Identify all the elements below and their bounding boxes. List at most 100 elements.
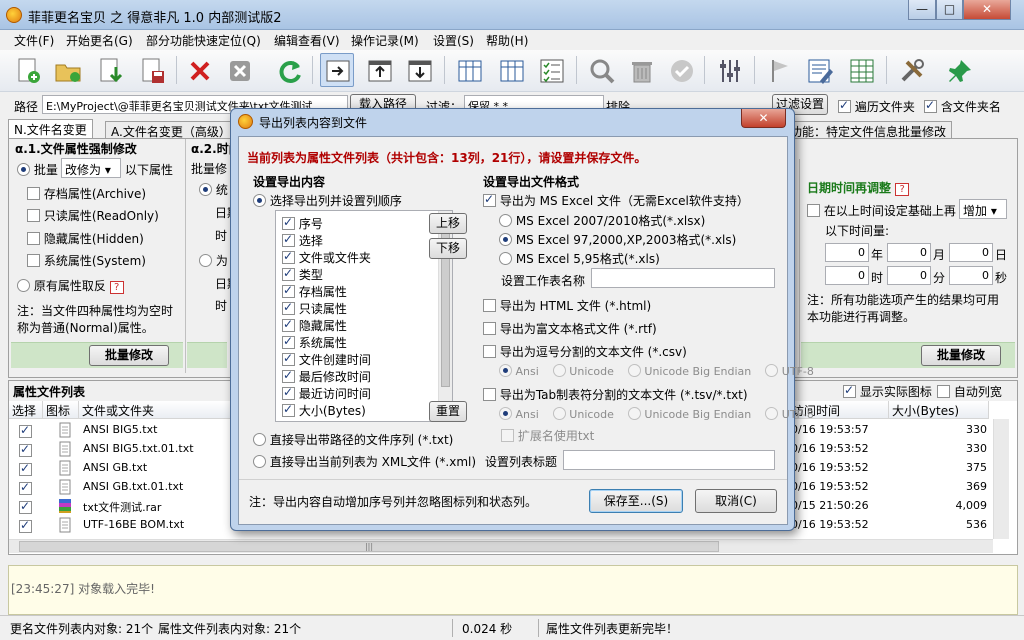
invert-radio-dot[interactable] bbox=[17, 279, 30, 292]
flag-icon[interactable] bbox=[762, 53, 796, 87]
export-tsv-checkbox[interactable]: 导出为Tab制表符分割的文本文件 (*.tsv/*.txt) bbox=[483, 386, 748, 403]
export-column-item[interactable]: 类型 bbox=[282, 266, 323, 283]
batch-radio-dot[interactable] bbox=[17, 163, 30, 176]
export-column-checkbox[interactable] bbox=[282, 402, 295, 417]
export-column-checkbox[interactable] bbox=[282, 351, 295, 366]
new-file-icon[interactable] bbox=[10, 53, 44, 87]
export-column-checkbox[interactable] bbox=[282, 368, 295, 383]
list-title-input[interactable] bbox=[563, 450, 775, 470]
tools-icon[interactable] bbox=[894, 53, 928, 87]
export-column-checkbox[interactable] bbox=[282, 232, 295, 247]
tsv-unicode-be-dot[interactable] bbox=[627, 407, 641, 420]
csv-ansi-dot[interactable] bbox=[499, 364, 512, 377]
remove-icon[interactable] bbox=[222, 53, 256, 87]
import-icon[interactable] bbox=[92, 53, 126, 87]
tab-filename-change[interactable]: N.文件名变更 bbox=[8, 119, 93, 139]
export-html-box[interactable] bbox=[483, 299, 496, 312]
export-column-checkbox[interactable] bbox=[282, 283, 295, 298]
include-folder-name-checkbox[interactable]: 含文件夹名 bbox=[924, 98, 1001, 115]
time-for-radio[interactable]: 为 bbox=[199, 252, 228, 269]
second-input[interactable]: 0 bbox=[949, 266, 993, 285]
export-column-checkbox[interactable] bbox=[282, 266, 295, 281]
col-icon[interactable]: 图标 bbox=[43, 401, 79, 419]
archive-box[interactable] bbox=[27, 187, 40, 200]
export-column-item[interactable]: 序号 bbox=[282, 215, 323, 232]
export-column-item[interactable]: 最近访问时间 bbox=[282, 385, 371, 402]
checklist-icon[interactable] bbox=[534, 53, 568, 87]
search-icon[interactable] bbox=[584, 53, 618, 87]
trash-icon[interactable] bbox=[624, 53, 658, 87]
export-csv-checkbox[interactable]: 导出为逗号分割的文本文件 (*.csv) bbox=[483, 343, 687, 360]
auto-width-box[interactable] bbox=[937, 385, 950, 398]
edit-list-icon[interactable] bbox=[802, 53, 836, 87]
minute-input[interactable]: 0 bbox=[887, 266, 931, 285]
hour-input[interactable]: 0 bbox=[825, 266, 869, 285]
export-column-item[interactable]: 最后修改时间 bbox=[282, 368, 371, 385]
menu-help[interactable]: 帮助(H) bbox=[486, 32, 528, 49]
export-excel-checkbox[interactable]: 导出为 MS Excel 文件（无需Excel软件支持） bbox=[483, 192, 749, 209]
day-input[interactable]: 0 bbox=[949, 243, 993, 262]
excel-5-dot[interactable] bbox=[499, 252, 512, 265]
confirm-icon[interactable] bbox=[664, 53, 698, 87]
archive-checkbox[interactable]: 存档属性(Archive) bbox=[27, 185, 146, 202]
year-input[interactable]: 0 bbox=[825, 243, 869, 262]
export-xml-dot[interactable] bbox=[253, 455, 266, 468]
tsv-ansi-dot[interactable] bbox=[499, 407, 512, 420]
move-up-button[interactable]: 上移 bbox=[429, 213, 467, 234]
base-time-box[interactable] bbox=[807, 204, 820, 217]
base-time-checkbox[interactable]: 在以上时间设定基础上再 bbox=[807, 202, 956, 219]
reset-button[interactable]: 重置 bbox=[429, 401, 467, 422]
ext-txt-box[interactable] bbox=[501, 429, 514, 442]
export-column-item[interactable]: 选择 bbox=[282, 232, 323, 249]
excel-97-radio[interactable]: MS Excel 97,2000,XP,2003格式(*.xls) bbox=[499, 231, 736, 248]
export-column-item[interactable]: 大小(Bytes) bbox=[282, 402, 366, 419]
add-select[interactable]: 增加 ▾ bbox=[959, 199, 1007, 219]
hidden-box[interactable] bbox=[27, 232, 40, 245]
minimize-button[interactable]: — bbox=[908, 0, 936, 20]
excel-5-radio[interactable]: MS Excel 5,95格式(*.xls) bbox=[499, 250, 660, 267]
align-right-icon[interactable] bbox=[320, 53, 354, 87]
time-unify-radio[interactable]: 统 bbox=[199, 181, 228, 198]
export-path-seq-dot[interactable] bbox=[253, 433, 266, 446]
sliders-icon[interactable] bbox=[712, 53, 746, 87]
help-icon[interactable]: ? bbox=[895, 183, 910, 196]
column-left-icon[interactable] bbox=[452, 53, 486, 87]
readonly-checkbox[interactable]: 只读属性(ReadOnly) bbox=[27, 207, 159, 224]
col-size[interactable]: 大小(Bytes) bbox=[889, 401, 989, 419]
move-down-button[interactable]: 下移 bbox=[429, 238, 467, 259]
menu-quick-locate[interactable]: 部分功能快速定位(Q) bbox=[146, 32, 261, 49]
readonly-box[interactable] bbox=[27, 209, 40, 222]
export-rtf-checkbox[interactable]: 导出为富文本格式文件 (*.rtf) bbox=[483, 320, 657, 337]
export-column-checkbox[interactable] bbox=[282, 385, 295, 400]
column-view-icon[interactable] bbox=[494, 53, 528, 87]
pin-icon[interactable] bbox=[942, 53, 976, 87]
dialog-close-button[interactable]: ✕ bbox=[741, 109, 786, 128]
menu-settings[interactable]: 设置(S) bbox=[433, 32, 474, 49]
sheet-name-input[interactable] bbox=[591, 268, 775, 288]
select-columns-radio[interactable]: 选择导出列并设置列顺序 bbox=[253, 192, 402, 209]
export-excel-box[interactable] bbox=[483, 192, 496, 207]
modify-select[interactable]: 改修为 ▾ bbox=[61, 158, 121, 178]
maximize-button[interactable]: □ bbox=[936, 0, 963, 20]
time-unify-dot[interactable] bbox=[199, 183, 212, 196]
time-for-dot[interactable] bbox=[199, 254, 212, 267]
export-path-seq-radio[interactable]: 直接导出带路径的文件序列 (*.txt) bbox=[253, 431, 453, 448]
export-html-checkbox[interactable]: 导出为 HTML 文件 (*.html) bbox=[483, 297, 651, 314]
batch-radio[interactable]: 批量 bbox=[17, 161, 58, 178]
export-column-item[interactable]: 隐藏属性 bbox=[282, 317, 347, 334]
tsv-utf8-dot[interactable] bbox=[765, 407, 779, 420]
hscroll-thumb[interactable]: ||| bbox=[19, 541, 719, 552]
export-column-checkbox[interactable] bbox=[282, 300, 295, 315]
tab-filename-advanced[interactable]: A.文件名变更（高级） bbox=[105, 121, 237, 139]
menu-start-rename[interactable]: 开始更名(G) bbox=[66, 32, 133, 49]
menu-edit-view[interactable]: 编辑查看(V) bbox=[274, 32, 340, 49]
ext-txt-checkbox[interactable]: 扩展名使用txt bbox=[501, 427, 594, 444]
attr-batch-modify-button[interactable]: 批量修改 bbox=[89, 345, 169, 366]
csv-utf8-dot[interactable] bbox=[765, 364, 779, 377]
refresh-icon[interactable] bbox=[272, 53, 306, 87]
export-column-checkbox[interactable] bbox=[282, 249, 295, 264]
tsv-unicode-dot[interactable] bbox=[552, 407, 566, 420]
save-list-icon[interactable] bbox=[134, 53, 168, 87]
export-column-item[interactable]: 路径 bbox=[282, 419, 323, 421]
menu-file[interactable]: 文件(F) bbox=[14, 32, 54, 49]
